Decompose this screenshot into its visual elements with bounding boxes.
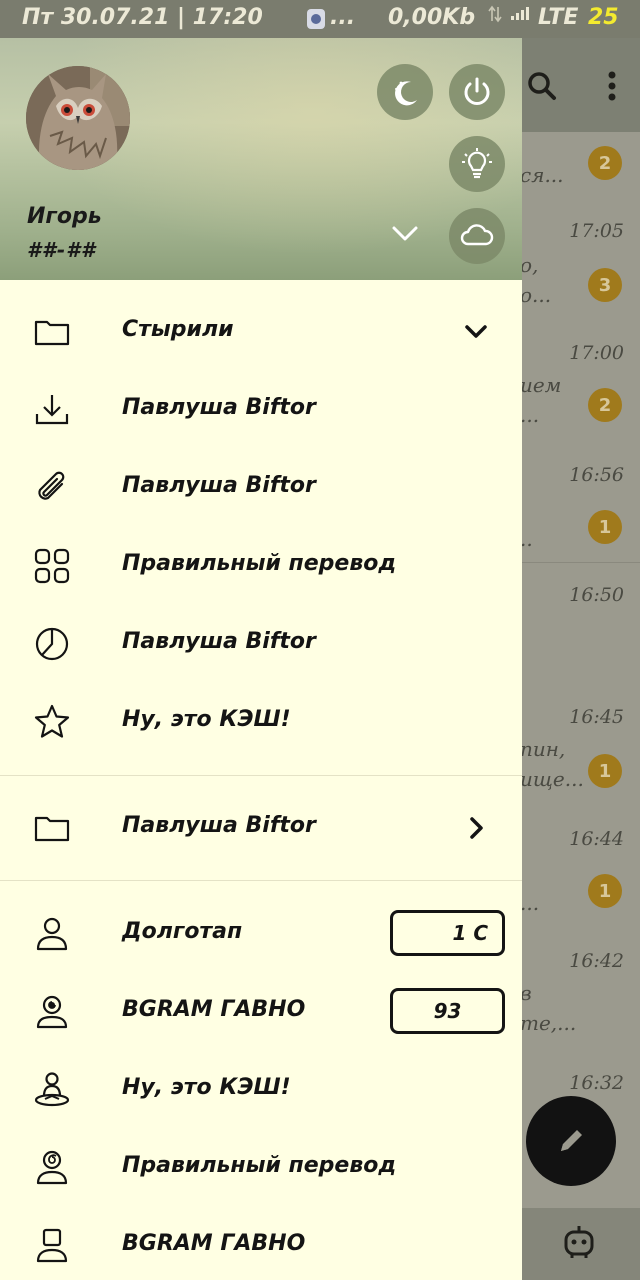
account-counter: 93 xyxy=(390,988,505,1034)
chat-snippet: пин, ище... xyxy=(520,737,584,791)
folder-label: Ну, это КЭШ! xyxy=(122,707,291,732)
chevron-down-icon[interactable] xyxy=(460,316,492,348)
account-label: Ну, это КЭШ! xyxy=(122,1075,291,1100)
chat-snippet: ием ... xyxy=(520,373,562,427)
user-name: Игорь xyxy=(27,204,102,229)
signal-icon xyxy=(510,5,532,21)
divider xyxy=(520,562,640,563)
moon-icon xyxy=(395,81,417,106)
account-label: Правильный перевод xyxy=(122,1153,397,1178)
folder-item[interactable]: Ну, это КЭШ! xyxy=(0,682,522,760)
divider xyxy=(0,775,522,776)
account-item[interactable]: BGRAM ГАВНО xyxy=(0,1206,522,1280)
account-label: BGRAM ГАВНО xyxy=(122,1231,306,1256)
folder-item[interactable]: Павлуша Biftor xyxy=(0,604,522,682)
folder-item[interactable]: Стырили xyxy=(0,292,522,370)
user-square-icon xyxy=(32,1226,72,1266)
cloud-button[interactable] xyxy=(449,208,505,264)
unread-badge: 1 xyxy=(588,754,622,788)
cloud-icon xyxy=(460,224,494,246)
unread-badge: 2 xyxy=(588,146,622,180)
folder-label: Павлуша Biftor xyxy=(122,629,316,654)
account-item[interactable]: Ну, это КЭШ! xyxy=(0,1050,522,1128)
power-button[interactable] xyxy=(449,64,505,120)
navigation-drawer: Игорь ##-## Стырили Павлуша Biftor Павлу… xyxy=(0,38,522,1280)
status-battery: 25 xyxy=(588,5,619,30)
unread-badge: 3 xyxy=(588,268,622,302)
robot-icon[interactable] xyxy=(558,1222,600,1264)
power-icon xyxy=(464,77,490,105)
chat-time: 16:50 xyxy=(569,584,624,606)
chat-time: 17:00 xyxy=(569,342,624,364)
user-spiral-icon xyxy=(32,1148,72,1188)
chat-snippet: ... xyxy=(520,891,540,915)
star-icon xyxy=(32,702,72,742)
user-icon xyxy=(32,914,72,954)
vpn-app-icon xyxy=(306,8,326,30)
owl-avatar-image xyxy=(26,66,130,170)
divider xyxy=(0,880,522,881)
chat-snippet: в те,... xyxy=(520,981,577,1035)
data-arrows-icon xyxy=(488,5,502,23)
unread-badge: 1 xyxy=(588,510,622,544)
chevron-right-icon[interactable] xyxy=(460,812,492,844)
status-speed: 0,00Kb xyxy=(388,5,476,30)
status-datetime: Пт 30.07.21 | 17:20 xyxy=(22,5,263,30)
account-item[interactable]: Долготап 1 С xyxy=(0,894,522,972)
unread-badge: 1 xyxy=(588,874,622,908)
account-item[interactable]: BGRAM ГАВНО 93 xyxy=(0,972,522,1050)
user-phone: ##-## xyxy=(27,238,96,262)
folder-icon xyxy=(32,808,72,848)
account-item[interactable]: Правильный перевод xyxy=(0,1128,522,1206)
compose-button[interactable] xyxy=(526,1096,616,1186)
folder-label: Павлуша Biftor xyxy=(122,395,316,420)
search-icon[interactable] xyxy=(522,66,562,106)
grid-icon xyxy=(32,546,72,586)
folder-label: Павлуша Biftor xyxy=(122,473,316,498)
user-meditating-icon xyxy=(32,1070,72,1110)
account-label: Долготап xyxy=(122,919,243,944)
attachment-icon xyxy=(32,468,72,508)
account-counter: 1 С xyxy=(390,910,505,956)
folder-label: Стырили xyxy=(122,317,234,342)
folder-label: Павлуша Biftor xyxy=(122,813,316,838)
lightbulb-icon xyxy=(462,148,492,179)
folder-item[interactable]: Правильный перевод xyxy=(0,526,522,604)
status-more: ... xyxy=(330,5,356,30)
status-network: LTE xyxy=(538,5,579,30)
chat-snippet: о, о... xyxy=(520,253,552,307)
status-bar: Пт 30.07.21 | 17:20 ... 0,00Kb LTE 25 xyxy=(0,0,640,38)
account-label: BGRAM ГАВНО xyxy=(122,997,306,1022)
folder-icon xyxy=(32,312,72,352)
chat-time: 16:32 xyxy=(569,1072,624,1094)
chat-snippet: ся... xyxy=(520,163,564,187)
folder-label: Правильный перевод xyxy=(122,551,397,576)
night-mode-button[interactable] xyxy=(377,64,433,120)
folder-item[interactable]: Павлуша Biftor xyxy=(0,448,522,526)
download-icon xyxy=(32,390,72,430)
accounts-toggle-chevron-icon[interactable] xyxy=(388,218,422,248)
chat-time: 17:05 xyxy=(569,220,624,242)
theme-button[interactable] xyxy=(449,136,505,192)
folder-item[interactable]: Павлуша Biftor xyxy=(0,788,522,866)
overflow-menu-icon[interactable] xyxy=(592,66,632,106)
chat-time: 16:45 xyxy=(569,706,624,728)
chat-time: 16:44 xyxy=(569,828,624,850)
chat-time: 16:56 xyxy=(569,464,624,486)
folder-item[interactable]: Павлуша Biftor xyxy=(0,370,522,448)
avatar[interactable] xyxy=(26,66,130,170)
user-at-icon xyxy=(32,992,72,1032)
chat-time: 16:42 xyxy=(569,950,624,972)
pencil-icon xyxy=(561,1130,582,1151)
pie-chart-icon xyxy=(32,624,72,664)
unread-badge: 2 xyxy=(588,388,622,422)
